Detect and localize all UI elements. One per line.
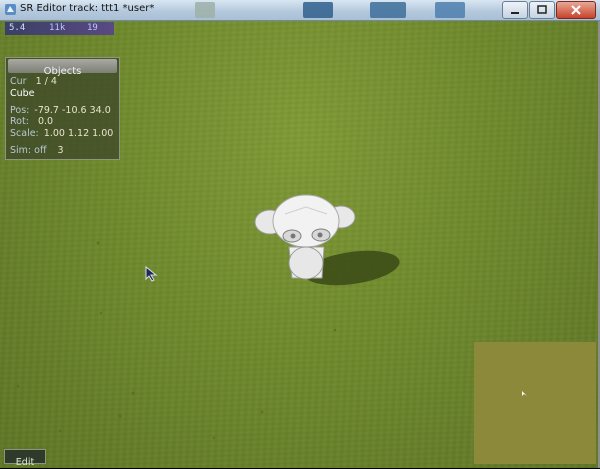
rot-label: Rot:: [10, 116, 29, 127]
maximize-button[interactable]: [529, 1, 555, 19]
mouse-cursor-icon: [145, 266, 158, 282]
cur-label: Cur: [10, 76, 27, 87]
maximize-icon: [537, 5, 547, 14]
minimize-button[interactable]: [502, 1, 528, 19]
position-row: Pos: -79.7 -10.6 34.0: [10, 105, 111, 116]
object-name: Cube: [10, 88, 35, 99]
minimize-icon: [511, 12, 519, 14]
scale-row: Scale: 1.00 1.12 1.00: [10, 128, 113, 139]
rot-value: 0.0: [37, 116, 54, 127]
close-button[interactable]: [556, 1, 596, 19]
simulation-row: Sim: off 3: [10, 145, 64, 156]
batch-count: 19: [87, 23, 98, 33]
pos-label: Pos:: [10, 105, 30, 116]
window-controls: [501, 1, 596, 19]
rotation-row: Rot: 0.0: [10, 116, 53, 127]
minimap[interactable]: [474, 342, 596, 464]
window-titlebar[interactable]: SR Editor track: ttt1 *user*: [0, 0, 600, 21]
scale-value: 1.00 1.12 1.00: [43, 128, 114, 139]
edit-tab-label: Edit: [15, 457, 35, 468]
current-object-row: Cur 1 / 4: [10, 76, 57, 87]
scale-label: Scale:: [10, 128, 39, 139]
objects-panel-header[interactable]: Objects: [8, 59, 117, 77]
object-name-row: Cube: [10, 88, 35, 99]
pos-value: -79.7 -10.6 34.0: [34, 105, 111, 116]
objects-panel: Objects Cur 1 / 4 Cube Pos: -79.7 -10.6 …: [5, 57, 120, 160]
performance-stats-bar: 5.4 11k 19: [5, 22, 114, 35]
triangle-count: 11k: [49, 23, 66, 33]
minimap-cursor-icon: [522, 391, 527, 396]
edit-mode-tab[interactable]: Edit: [4, 449, 46, 468]
sim-value: 3: [57, 145, 64, 156]
fps-value: 5.4: [9, 23, 26, 33]
window-title: SR Editor track: ttt1 *user*: [20, 3, 155, 14]
sim-label: Sim: off: [10, 145, 47, 156]
cur-value: 1 / 4: [35, 76, 57, 87]
app-icon: [5, 4, 16, 15]
close-icon: [571, 5, 581, 15]
